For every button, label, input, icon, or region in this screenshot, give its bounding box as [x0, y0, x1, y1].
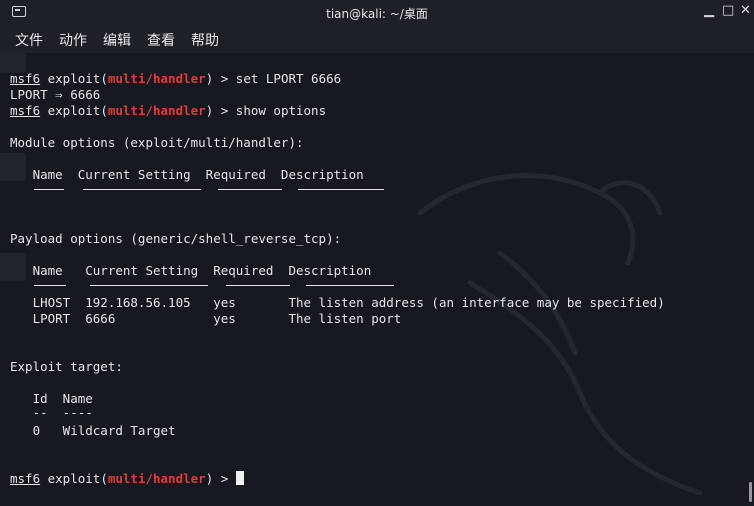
header-underline	[226, 285, 290, 286]
target-header-underline: -- ----	[10, 405, 93, 420]
header-underline	[90, 285, 208, 286]
prompt-msf: msf6	[10, 471, 41, 486]
payload-options-header: Name Current Setting Required Descriptio…	[10, 263, 372, 278]
module-options-heading: Module options (exploit/multi/handler):	[10, 135, 304, 150]
payload-options-heading: Payload options (generic/shell_reverse_t…	[10, 231, 342, 246]
output-line: LPORT ⇒ 6666	[10, 87, 101, 102]
table-row: LHOST 192.168.56.105 yes The listen addr…	[10, 295, 665, 310]
command-text: set LPORT 6666	[235, 71, 342, 86]
table-row: 0 Wildcard Target	[10, 423, 176, 438]
maximize-button[interactable]: □	[722, 3, 734, 18]
menu-bar: 文件 动作 编辑 查看 帮助	[0, 25, 754, 53]
prompt-line-current[interactable]: msf6 exploit(multi/handler) >	[10, 471, 244, 487]
table-row: LPORT 6666 yes The listen port	[10, 311, 402, 326]
title-bar: tian@kali: ~/桌面 ▁ □ ✕	[0, 0, 754, 25]
header-underline	[83, 189, 201, 190]
exploit-target-heading: Exploit target:	[10, 359, 123, 374]
menu-action[interactable]: 动作	[59, 30, 87, 50]
minimize-button[interactable]: ▁	[704, 3, 714, 18]
text-cursor	[235, 471, 244, 485]
menu-edit[interactable]: 编辑	[103, 30, 131, 50]
header-underline	[34, 285, 66, 286]
terminal-output[interactable]: msf6 exploit(multi/handler) > set LPORT …	[0, 53, 754, 506]
close-button[interactable]: ✕	[740, 3, 751, 18]
header-underline	[34, 189, 64, 190]
prompt-line-2: msf6 exploit(multi/handler) > show optio…	[10, 103, 327, 118]
module-options-header: Name Current Setting Required Descriptio…	[10, 167, 364, 182]
window-title: tian@kali: ~/桌面	[326, 7, 428, 21]
header-underline	[218, 189, 282, 190]
command-text: show options	[235, 103, 327, 118]
menu-view[interactable]: 查看	[147, 30, 175, 50]
header-underline	[298, 189, 384, 190]
prompt-line-1: msf6 exploit(multi/handler) > set LPORT …	[10, 71, 342, 86]
prompt-msf: msf6	[10, 103, 41, 118]
menu-help[interactable]: 帮助	[191, 30, 219, 50]
scrollbar[interactable]	[749, 482, 752, 502]
header-underline	[306, 285, 394, 286]
menu-file[interactable]: 文件	[15, 30, 43, 50]
prompt-msf: msf6	[10, 71, 41, 86]
